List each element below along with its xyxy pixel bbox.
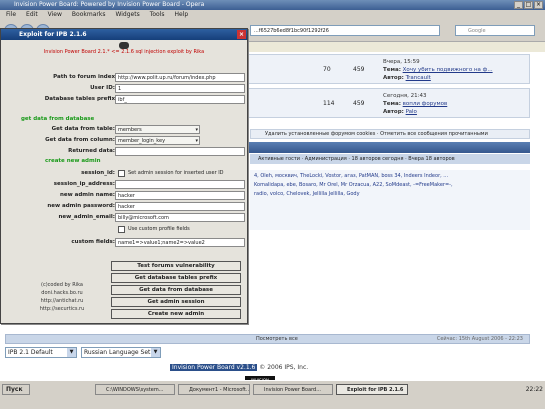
start-button[interactable]: Пуск bbox=[2, 384, 30, 395]
menu-file[interactable]: File bbox=[6, 10, 16, 20]
admin-password-input[interactable]: hacker bbox=[115, 202, 245, 211]
admin-name-input[interactable]: hacker bbox=[115, 191, 245, 200]
last-post-date: Вчера, 15:59 bbox=[383, 59, 420, 65]
close-button[interactable]: × bbox=[534, 1, 543, 9]
table-select[interactable]: members bbox=[115, 125, 200, 134]
custom-chk-row: Use custom profile fields bbox=[5, 225, 245, 234]
returned-data-output[interactable] bbox=[115, 147, 245, 156]
create-admin-button[interactable]: Create new admin bbox=[111, 309, 241, 319]
custom-row: custom fields: name1=>value1;name2=>valu… bbox=[5, 238, 245, 247]
prefix-row: Database tables prefix ibf_ bbox=[5, 95, 245, 104]
topics-count: 114 bbox=[323, 100, 335, 107]
test-vulnerability-button[interactable]: Test forums vulnerability bbox=[111, 261, 241, 271]
dialog-header: Invision Power Board 2.1.* <= 2.1.6 sql … bbox=[1, 40, 247, 62]
last-author-link[interactable]: Trancault bbox=[406, 75, 431, 81]
window-controls: _ □ × bbox=[514, 1, 543, 9]
taskbar-item[interactable]: C:\WINDOWS\system... bbox=[95, 384, 175, 395]
maximize-button[interactable]: □ bbox=[524, 1, 533, 9]
view-all-link[interactable]: Посмотреть все bbox=[256, 335, 298, 344]
path-input[interactable]: http://www.polit.up.ru/forum/index.php bbox=[115, 73, 245, 82]
session-ip-input[interactable] bbox=[115, 180, 245, 189]
topics-count: 70 bbox=[323, 66, 331, 73]
window-title: Invision Power Board: Powered by Invisio… bbox=[14, 1, 205, 8]
column-row: Get data from column: member_login_key bbox=[5, 136, 245, 145]
column-select[interactable]: member_login_key bbox=[115, 136, 200, 145]
menu-help[interactable]: Help bbox=[175, 10, 189, 20]
exploit-dialog: Exploit for IPB 2.1.6 × Invision Power B… bbox=[0, 28, 248, 324]
menu-bookmarks[interactable]: Bookmarks bbox=[72, 10, 106, 20]
admin-pass-row: new admin password: hacker bbox=[5, 202, 245, 211]
copyright: Invision Power Board v2.1.6 © 2006 IPS, … bbox=[170, 364, 309, 371]
admin-email-input[interactable]: billy@microsoft.com bbox=[115, 213, 245, 222]
clock: 22:22 bbox=[525, 386, 543, 393]
users-line[interactable]: Komalidapa, ebe, Bosaro, Mr Orel, Mr Orz… bbox=[254, 181, 526, 190]
dialog-title: Exploit for IPB 2.1.6 bbox=[19, 31, 87, 38]
table-row: Get data from table: members bbox=[5, 125, 245, 134]
stats-subheader: Активные гости · Администрация · 18 авто… bbox=[250, 154, 530, 164]
online-users-list: 4, Oleh, москвич, TheLocki, Vostor, агаз… bbox=[250, 170, 530, 230]
minimize-button[interactable]: _ bbox=[514, 1, 523, 9]
custom-fields-checkbox[interactable] bbox=[118, 226, 125, 233]
user-id-input[interactable]: 1 bbox=[115, 84, 245, 93]
userid-row: User ID: 1 bbox=[5, 84, 245, 93]
prefix-input[interactable]: ibf_ bbox=[115, 95, 245, 104]
skin-select[interactable]: IPB 2.1 Default ▼ bbox=[5, 347, 77, 358]
credits: (c)coded by Rika doni.hacks.bo.ru http:/… bbox=[39, 282, 85, 312]
get-data-button[interactable]: Get data from database bbox=[111, 285, 241, 295]
taskbar: Пуск C:\WINDOWS\system... Документ1 - Mi… bbox=[0, 380, 545, 409]
address-bar[interactable]: ...f6527b6ed8f1bc90f1292f26 bbox=[250, 25, 440, 36]
spider-logo-icon bbox=[119, 42, 129, 49]
last-post-date: Сегодня, 21:43 bbox=[383, 93, 427, 99]
section-get: get data from database bbox=[21, 116, 95, 122]
custom-fields-input[interactable]: name1=>value1;name2=>value2 bbox=[115, 238, 245, 247]
menu-tools[interactable]: Tools bbox=[150, 10, 165, 20]
get-admin-session-button[interactable]: Get admin session bbox=[111, 297, 241, 307]
menu-edit[interactable]: Edit bbox=[26, 10, 38, 20]
path-row: Path to forum index http://www.polit.up.… bbox=[5, 73, 245, 82]
taskbar-item[interactable]: Документ1 - Microsoft... bbox=[178, 384, 250, 395]
menu-bar: File Edit View Bookmarks Widgets Tools H… bbox=[0, 10, 545, 20]
ip-row: session_ip_address: bbox=[5, 180, 245, 189]
language-select[interactable]: Russian Language Set ▼ bbox=[81, 347, 161, 358]
search-input[interactable]: Google bbox=[455, 25, 535, 36]
admin-name-row: new admin name: hacker bbox=[5, 191, 245, 200]
admin-session-checkbox[interactable] bbox=[118, 170, 125, 177]
dialog-titlebar: Exploit for IPB 2.1.6 × bbox=[1, 29, 247, 40]
bottom-info-bar: Посмотреть все Сейчас: 15th August 2006 … bbox=[5, 334, 530, 344]
powered-by-link[interactable]: Invision Power Board v2.1.6 bbox=[170, 364, 258, 371]
dialog-close-button[interactable]: × bbox=[237, 30, 246, 39]
menu-widgets[interactable]: Widgets bbox=[115, 10, 139, 20]
posts-count: 459 bbox=[353, 100, 365, 107]
current-time: Сейчас: 15th August 2006 - 22:23 bbox=[436, 336, 523, 342]
chevron-down-icon: ▼ bbox=[151, 348, 160, 357]
admin-email-row: new_admin_email: billy@microsoft.com bbox=[5, 213, 245, 222]
forum-actions-bar[interactable]: Удалить установленные форумом cookies · … bbox=[250, 129, 530, 139]
section-admin: create new admin bbox=[45, 158, 101, 164]
session-row: session_id: Set admin session for insert… bbox=[81, 170, 224, 177]
users-line[interactable]: 4, Oleh, москвич, TheLocki, Vostor, агаз… bbox=[254, 172, 526, 181]
last-topic-link[interactable]: вопли форумов bbox=[403, 101, 448, 107]
last-topic-link[interactable]: Хочу убить подвижного на ф... bbox=[403, 67, 493, 73]
taskbar-item[interactable]: Invision Power Board... bbox=[253, 384, 333, 395]
menu-view[interactable]: View bbox=[48, 10, 62, 20]
last-post: Вчера, 15:59 Тема: Хочу убить подвижного… bbox=[383, 59, 493, 81]
returned-row: Returned data: bbox=[5, 147, 245, 156]
taskbar-item-active[interactable]: Exploit for IPB 2.1.6 bbox=[336, 384, 408, 395]
posts-count: 459 bbox=[353, 66, 365, 73]
get-prefix-button[interactable]: Get database tables prefix bbox=[111, 273, 241, 283]
browser-titlebar: Invision Power Board: Powered by Invisio… bbox=[0, 0, 545, 10]
last-post: Сегодня, 21:43 Тема: вопли форумов Автор… bbox=[383, 93, 448, 115]
chevron-down-icon: ▼ bbox=[67, 348, 76, 357]
users-line[interactable]: radio, volco, Chelovek, Jellilla Jellill… bbox=[254, 190, 526, 199]
last-author-link[interactable]: Palo bbox=[406, 109, 417, 115]
skin-language-selects: IPB 2.1 Default ▼ Russian Language Set ▼ bbox=[5, 347, 161, 358]
